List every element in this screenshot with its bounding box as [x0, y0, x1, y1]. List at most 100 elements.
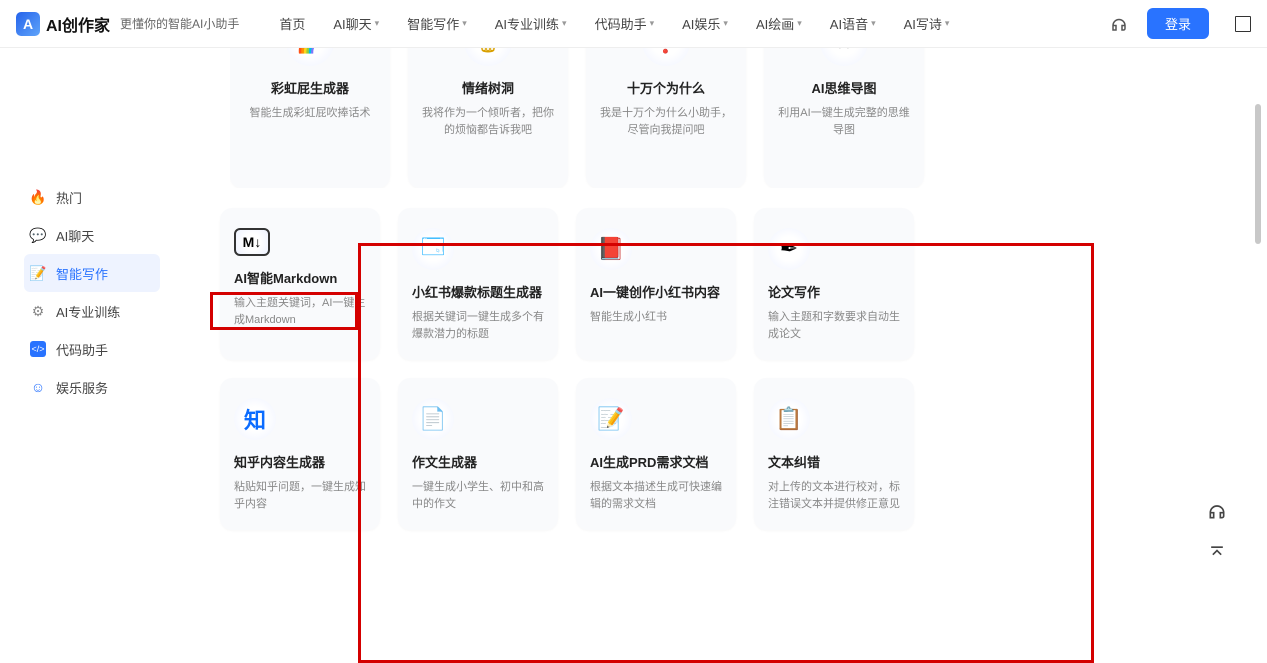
- chevron-down-icon: ▾: [562, 18, 567, 29]
- card-title: AI一键创作小红书内容: [590, 282, 722, 301]
- card-desc: 根据关键词一键生成多个有爆款潜力的标题: [412, 309, 544, 342]
- card-title: 小红书爆款标题生成器: [412, 282, 544, 301]
- card-title: AI生成PRD需求文档: [590, 452, 722, 471]
- logo-icon: A: [16, 12, 40, 36]
- sidebar-item-ai-chat[interactable]: 💬 AI聊天: [24, 216, 160, 254]
- chevron-down-icon: ▾: [871, 18, 876, 29]
- markdown-icon: M↓: [234, 228, 270, 256]
- zhihu-icon: 知: [234, 398, 276, 440]
- maximize-icon[interactable]: [1235, 16, 1251, 32]
- nav-ai-chat[interactable]: AI聊天▾: [333, 14, 379, 33]
- login-button[interactable]: 登录: [1147, 8, 1209, 39]
- card-desc: 粘贴知乎问题，一键生成知乎内容: [234, 479, 366, 512]
- gear-icon: ⚙: [30, 303, 46, 319]
- sidebar-item-label: AI聊天: [56, 226, 94, 245]
- card-tree-hole[interactable]: 🗑 情绪树洞 我将作为一个倾听者，把你的烦恼都告诉我吧: [408, 48, 568, 188]
- nav-drawing[interactable]: AI绘画▾: [756, 14, 802, 33]
- redbook-icon: 📕: [590, 228, 632, 270]
- nav-code-helper[interactable]: 代码助手▾: [595, 14, 655, 33]
- card-xhs-title[interactable]: 🗔 小红书爆款标题生成器 根据关键词一键生成多个有爆款潜力的标题: [398, 208, 558, 360]
- card-text-correct[interactable]: 📋 文本纠错 对上传的文本进行校对，标注错误文本并提供修正意见: [754, 378, 914, 530]
- logo[interactable]: A AI创作家: [16, 12, 110, 36]
- nav-pro-training[interactable]: AI专业训练▾: [495, 14, 567, 33]
- card-desc: 对上传的文本进行校对，标注错误文本并提供修正意见: [768, 479, 900, 512]
- sidebar-item-label: 娱乐服务: [56, 378, 108, 397]
- code-icon: </>: [30, 341, 46, 357]
- scrollbar[interactable]: [1255, 104, 1261, 244]
- brand-name: AI创作家: [46, 12, 110, 36]
- card-essay[interactable]: 📄 作文生成器 一键生成小学生、初中和高中的作文: [398, 378, 558, 530]
- header-right: 登录: [1109, 8, 1251, 39]
- card-desc: 输入主题关键词，AI一键生成Markdown: [234, 295, 366, 328]
- sidebar-item-label: 热门: [56, 188, 82, 207]
- cup-icon: 🗑: [464, 48, 512, 66]
- main: 🔥 热门 💬 AI聊天 📝 智能写作 ⚙ AI专业训练 </> 代码助手 ☺ 娱…: [0, 48, 1267, 625]
- headset-icon[interactable]: [1205, 499, 1229, 523]
- card-title: 十万个为什么: [627, 78, 705, 97]
- card-title: 文本纠错: [768, 452, 900, 471]
- nav-home[interactable]: 首页: [279, 14, 305, 33]
- card-title: 知乎内容生成器: [234, 452, 366, 471]
- card-desc: 输入主题和字数要求自动生成论文: [768, 309, 900, 342]
- card-desc: 一键生成小学生、初中和高中的作文: [412, 479, 544, 512]
- card-title: 作文生成器: [412, 452, 544, 471]
- card-desc: 根据文本描述生成可快速编辑的需求文档: [590, 479, 722, 512]
- pen-icon: ✒: [768, 228, 810, 270]
- doc-edit-icon: 📝: [590, 398, 632, 440]
- sidebar-item-code-helper[interactable]: </> 代码助手: [24, 330, 160, 368]
- card-thesis[interactable]: ✒ 论文写作 输入主题和字数要求自动生成论文: [754, 208, 914, 360]
- sidebar: 🔥 热门 💬 AI聊天 📝 智能写作 ⚙ AI专业训练 </> 代码助手 ☺ 娱…: [0, 48, 160, 625]
- card-why[interactable]: ❓ 十万个为什么 我是十万个为什么小助手，尽管向我提问吧: [586, 48, 746, 188]
- tagline: 更懂你的智能AI小助手: [120, 15, 239, 32]
- chevron-down-icon: ▾: [650, 18, 655, 29]
- doc-x-icon: 📋: [768, 398, 810, 440]
- sidebar-item-label: 智能写作: [56, 264, 108, 283]
- chevron-down-icon: ▾: [723, 18, 728, 29]
- back-to-top-icon[interactable]: [1205, 541, 1229, 565]
- card-xhs-content[interactable]: 📕 AI一键创作小红书内容 智能生成小红书: [576, 208, 736, 360]
- nav-smart-writing[interactable]: 智能写作▾: [407, 14, 467, 33]
- card-title: 论文写作: [768, 282, 900, 301]
- sidebar-item-smart-writing[interactable]: 📝 智能写作: [24, 254, 160, 292]
- grid-row-1: M↓ AI智能Markdown 输入主题关键词，AI一键生成Markdown 🗔…: [220, 208, 1227, 360]
- nav-poetry[interactable]: AI写诗▾: [904, 14, 950, 33]
- headset-icon[interactable]: [1109, 14, 1129, 34]
- card-rainbow[interactable]: 🌈 彩虹屁生成器 智能生成彩虹屁吹捧话术: [230, 48, 390, 188]
- card-desc: 智能生成小红书: [590, 309, 722, 326]
- sidebar-item-entertainment[interactable]: ☺ 娱乐服务: [24, 368, 160, 406]
- grid-row-2: 知 知乎内容生成器 粘贴知乎问题，一键生成知乎内容 📄 作文生成器 一键生成小学…: [220, 378, 1227, 530]
- node-icon: ✖: [820, 48, 868, 66]
- card-markdown[interactable]: M↓ AI智能Markdown 输入主题关键词，AI一键生成Markdown: [220, 208, 380, 360]
- doc-icon: 📄: [412, 398, 454, 440]
- card-mindmap[interactable]: ✖ AI思维导图 利用AI一键生成完整的思维导图: [764, 48, 924, 188]
- nav-entertainment[interactable]: AI娱乐▾: [682, 14, 728, 33]
- top-row: 🌈 彩虹屁生成器 智能生成彩虹屁吹捧话术 🗑 情绪树洞 我将作为一个倾听者，把你…: [230, 48, 1227, 188]
- sidebar-item-pro-training[interactable]: ⚙ AI专业训练: [24, 292, 160, 330]
- card-title: 彩虹屁生成器: [271, 78, 349, 97]
- floating-actions: [1205, 499, 1229, 565]
- card-desc: 利用AI一键生成完整的思维导图: [778, 105, 910, 138]
- smile-icon: ☺: [30, 379, 46, 395]
- top-nav: 首页 AI聊天▾ 智能写作▾ AI专业训练▾ 代码助手▾ AI娱乐▾ AI绘画▾…: [279, 14, 1109, 33]
- fire-icon: 🔥: [30, 189, 46, 205]
- sidebar-item-hot[interactable]: 🔥 热门: [24, 178, 160, 216]
- chevron-down-icon: ▾: [945, 18, 950, 29]
- card-title: AI智能Markdown: [234, 268, 366, 287]
- card-prd[interactable]: 📝 AI生成PRD需求文档 根据文本描述生成可快速编辑的需求文档: [576, 378, 736, 530]
- question-icon: ❓: [642, 48, 690, 66]
- content: 🌈 彩虹屁生成器 智能生成彩虹屁吹捧话术 🗑 情绪树洞 我将作为一个倾听者，把你…: [160, 48, 1267, 625]
- card-desc: 我将作为一个倾听者，把你的烦恼都告诉我吧: [422, 105, 554, 138]
- edit-icon: 📝: [30, 265, 46, 281]
- sidebar-item-label: AI专业训练: [56, 302, 120, 321]
- card-title: 情绪树洞: [462, 78, 514, 97]
- nav-voice[interactable]: AI语音▾: [830, 14, 876, 33]
- chat-icon: 💬: [30, 227, 46, 243]
- header: A AI创作家 更懂你的智能AI小助手 首页 AI聊天▾ 智能写作▾ AI专业训…: [0, 0, 1267, 48]
- rainbow-icon: 🌈: [286, 48, 334, 66]
- window-icon: 🗔: [412, 228, 454, 270]
- card-desc: 我是十万个为什么小助手，尽管向我提问吧: [600, 105, 732, 138]
- chevron-down-icon: ▾: [797, 18, 802, 29]
- card-zhihu[interactable]: 知 知乎内容生成器 粘贴知乎问题，一键生成知乎内容: [220, 378, 380, 530]
- chevron-down-icon: ▾: [375, 18, 380, 29]
- card-desc: 智能生成彩虹屁吹捧话术: [250, 105, 371, 122]
